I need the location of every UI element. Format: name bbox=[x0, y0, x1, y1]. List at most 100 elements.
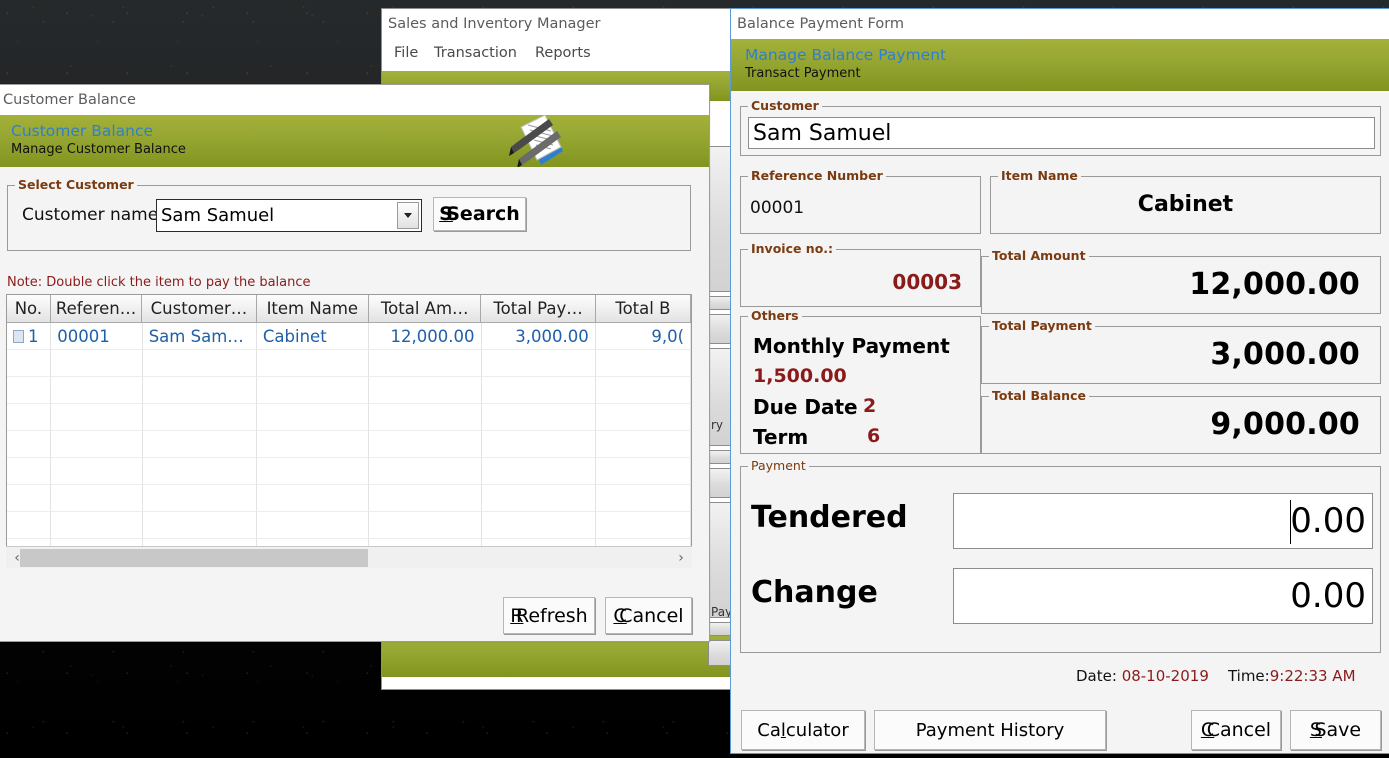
table-empty-row[interactable] bbox=[7, 485, 691, 512]
customer-name-combo[interactable]: Sam Samuel bbox=[156, 199, 422, 232]
cell-reference: 00001 bbox=[51, 323, 143, 350]
table-row[interactable]: 1 00001 Sam Sam… Cabinet 12,000.00 3,000… bbox=[7, 323, 691, 350]
menubar[interactable]: File Transaction Reports bbox=[382, 41, 735, 71]
table-empty-cell bbox=[369, 404, 482, 431]
table-empty-cell bbox=[256, 404, 370, 431]
customer-name-label: Customer name: bbox=[22, 205, 164, 225]
table-empty-cell bbox=[51, 404, 143, 431]
table-empty-cell bbox=[7, 350, 52, 377]
calculator-button[interactable]: Calculator bbox=[741, 710, 865, 750]
bpf-header-band: Manage Balance Payment Transact Payment bbox=[731, 39, 1389, 91]
table-empty-row[interactable] bbox=[7, 377, 691, 404]
table-empty-cell bbox=[369, 431, 482, 458]
column-header-total-payment[interactable]: Total Pay… bbox=[481, 295, 596, 323]
table-empty-cell bbox=[142, 512, 257, 539]
due-date-label: Due Date bbox=[753, 395, 858, 419]
column-header-reference[interactable]: Referen… bbox=[50, 295, 143, 323]
tendered-label: Tendered bbox=[751, 500, 908, 535]
table-empty-cell bbox=[369, 377, 482, 404]
refresh-button[interactable]: RRefresh bbox=[503, 597, 595, 634]
total-amount-legend: Total Amount bbox=[989, 248, 1089, 263]
column-header-total-amount[interactable]: Total Am… bbox=[369, 295, 482, 323]
table-empty-cell bbox=[595, 377, 691, 404]
table-header-row: No. Referen… Customer… Item Name Total A… bbox=[7, 295, 691, 323]
table-empty-row[interactable] bbox=[7, 404, 691, 431]
table-empty-row[interactable] bbox=[7, 458, 691, 485]
table-empty-row[interactable] bbox=[7, 350, 691, 377]
table-empty-row[interactable] bbox=[7, 512, 691, 539]
cell-no-value: 1 bbox=[28, 326, 39, 346]
invoice-no-value: 00003 bbox=[892, 270, 962, 294]
customer-balance-window-title: Customer Balance bbox=[3, 92, 136, 108]
bgapp-partial-label-inventory: ry bbox=[711, 418, 724, 432]
table-empty-cell bbox=[51, 350, 143, 377]
menu-item-transaction[interactable]: Transaction bbox=[434, 45, 517, 61]
table-empty-cell bbox=[481, 458, 596, 485]
scroll-right-arrow-icon[interactable]: › bbox=[670, 550, 692, 566]
table-empty-row[interactable] bbox=[7, 431, 691, 458]
total-amount-group: Total Amount 12,000.00 bbox=[981, 248, 1381, 314]
reference-number-group: Reference Number 00001 bbox=[740, 168, 981, 234]
sales-inventory-manager-title: Sales and Inventory Manager bbox=[388, 16, 601, 32]
bpf-cancel-button-label: Cancel bbox=[1206, 719, 1272, 741]
save-button-label: Save bbox=[1314, 719, 1362, 741]
table-empty-cell bbox=[369, 350, 482, 377]
bpf-customer-legend: Customer bbox=[748, 98, 822, 113]
table-empty-cell bbox=[51, 485, 143, 512]
bpf-customer-field[interactable]: Sam Samuel bbox=[748, 117, 1375, 149]
customer-balance-table[interactable]: No. Referen… Customer… Item Name Total A… bbox=[6, 294, 692, 566]
search-button[interactable]: SSearch bbox=[433, 197, 526, 231]
cb-cancel-button-label: Cancel bbox=[619, 604, 684, 627]
bpf-customer-value: Sam Samuel bbox=[753, 120, 892, 146]
customer-balance-window[interactable]: Customer Balance Customer Balance Manage… bbox=[0, 84, 710, 642]
customer-balance-header-band: Customer Balance Manage Customer Balance bbox=[0, 115, 709, 167]
balance-payment-form-window[interactable]: Balance Payment Form Manage Balance Paym… bbox=[730, 8, 1389, 754]
cell-item-name: Cabinet bbox=[256, 323, 370, 350]
cb-cancel-button[interactable]: CCancel bbox=[605, 597, 692, 634]
term-value: 6 bbox=[867, 425, 881, 447]
scroll-left-arrow-icon[interactable]: ‹ bbox=[6, 550, 28, 566]
calculator-button-mnemonic: l bbox=[780, 719, 786, 741]
total-payment-group: Total Payment 3,000.00 bbox=[981, 318, 1381, 384]
table-empty-cell bbox=[481, 431, 596, 458]
tendered-value: 0.00 bbox=[1290, 501, 1366, 541]
bpf-window-title: Balance Payment Form bbox=[737, 16, 905, 32]
payment-history-button[interactable]: Payment History bbox=[874, 710, 1106, 750]
table-empty-cell bbox=[142, 404, 257, 431]
others-legend: Others bbox=[748, 308, 802, 323]
table-empty-cell bbox=[7, 377, 52, 404]
table-empty-cell bbox=[7, 458, 52, 485]
bpf-titlebar: Balance Payment Form bbox=[731, 9, 1389, 39]
bpf-cancel-button[interactable]: CCancel bbox=[1191, 710, 1281, 750]
customer-balance-titlebar: Customer Balance bbox=[0, 85, 709, 115]
payment-history-button-label: Payment History bbox=[915, 719, 1065, 741]
table-empty-cell bbox=[7, 485, 52, 512]
menu-item-file[interactable]: File bbox=[394, 45, 418, 61]
table-empty-cell bbox=[481, 404, 596, 431]
invoice-no-group: Invoice no.: 00003 bbox=[740, 241, 981, 307]
save-button[interactable]: SSave bbox=[1290, 710, 1381, 750]
table-horizontal-scrollbar[interactable]: ‹ › bbox=[6, 546, 692, 568]
invoice-no-legend: Invoice no.: bbox=[748, 241, 837, 256]
chevron-down-icon[interactable] bbox=[397, 202, 419, 229]
bpf-header-title: Manage Balance Payment bbox=[745, 46, 947, 64]
table-empty-cell bbox=[256, 458, 370, 485]
column-header-no[interactable]: No. bbox=[7, 295, 51, 323]
table-empty-rows bbox=[7, 350, 691, 565]
total-payment-value: 3,000.00 bbox=[1210, 337, 1360, 372]
table-empty-cell bbox=[595, 485, 691, 512]
table-empty-cell bbox=[7, 404, 52, 431]
column-header-total-balance[interactable]: Total B bbox=[595, 295, 691, 323]
cell-no: 1 bbox=[7, 323, 52, 350]
document-pen-icon bbox=[509, 115, 563, 167]
table-empty-cell bbox=[142, 485, 257, 512]
table-empty-cell bbox=[369, 458, 482, 485]
menu-item-reports[interactable]: Reports bbox=[535, 45, 591, 61]
tendered-input[interactable]: 0.00 bbox=[953, 493, 1373, 549]
table-empty-cell bbox=[51, 458, 143, 485]
due-date-value: 2 bbox=[863, 395, 877, 417]
double-click-note: Note: Double click the item to pay the b… bbox=[7, 275, 311, 290]
column-header-item-name[interactable]: Item Name bbox=[256, 295, 370, 323]
scrollbar-thumb[interactable] bbox=[20, 549, 368, 567]
column-header-customer[interactable]: Customer… bbox=[142, 295, 257, 323]
